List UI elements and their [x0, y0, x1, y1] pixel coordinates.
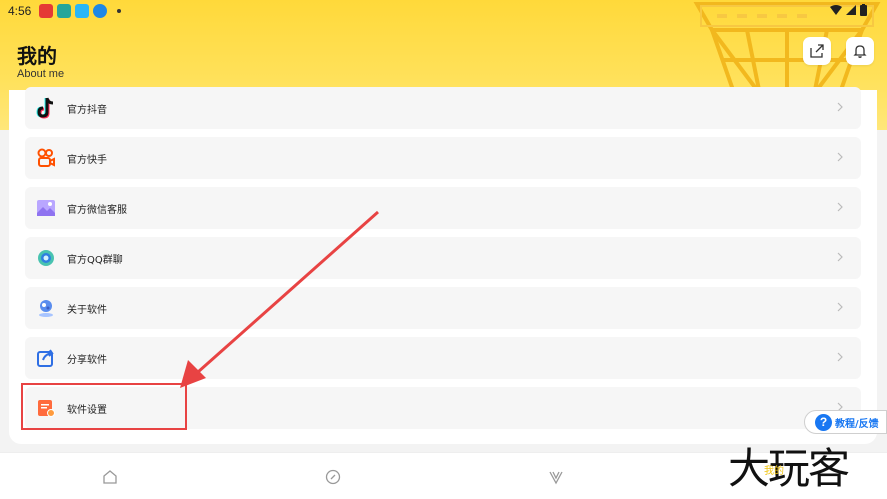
page-subtitle: About me	[17, 68, 65, 80]
chevron-right-icon	[837, 102, 843, 112]
signal-icon	[846, 5, 856, 15]
home-icon	[103, 470, 117, 484]
chevron-right-icon	[837, 352, 843, 362]
watermark-logo: 大玩客 我的	[728, 435, 883, 497]
menu-item-label: 官方微信客服	[67, 204, 127, 216]
share-button[interactable]	[803, 37, 831, 65]
menu-item-official-douyin[interactable]: 官方抖音	[25, 87, 861, 129]
notification-button[interactable]	[846, 37, 874, 65]
menu-item-official-wechat-service[interactable]: 官方微信客服	[25, 187, 861, 229]
chevron-right-icon	[837, 252, 843, 262]
nav-home-button[interactable]	[100, 467, 120, 487]
compass-icon	[325, 469, 341, 485]
menu-item-official-kuaishou[interactable]: 官方快手	[25, 137, 861, 179]
share-icon	[810, 44, 824, 58]
watermark-text: 大玩客	[728, 444, 850, 493]
nav-discover-button[interactable]	[323, 467, 343, 487]
kuaishou-icon	[35, 147, 57, 169]
menu-item-label: 分享软件	[67, 354, 107, 366]
v-icon	[549, 471, 563, 485]
menu-item-official-qq-group[interactable]: 官方QQ群聊	[25, 237, 861, 279]
help-feedback-label: 教程/反馈	[835, 418, 879, 430]
menu-item-label: 官方QQ群聊	[67, 254, 123, 266]
battery-icon	[860, 4, 867, 16]
annotation-highlight-box	[21, 383, 187, 430]
bell-icon	[853, 45, 867, 58]
menu-item-about-software[interactable]: 关于软件	[25, 287, 861, 329]
menu-item-label: 关于软件	[67, 304, 107, 316]
page-title: 我的	[17, 44, 57, 68]
download-icon	[93, 4, 108, 18]
status-time: 4:56	[8, 4, 32, 18]
system-status-icons	[830, 4, 867, 16]
share-icon	[35, 347, 57, 369]
app-notification-icon	[39, 4, 54, 18]
wechat-service-icon	[35, 197, 57, 219]
wifi-icon	[830, 5, 842, 15]
help-icon: ?	[815, 413, 832, 431]
menu-item-label: 官方抖音	[67, 104, 107, 116]
nav-vip-button[interactable]	[546, 467, 566, 487]
tiktok-icon	[35, 97, 57, 119]
chevron-right-icon	[837, 152, 843, 162]
chevron-right-icon	[837, 302, 843, 312]
chevron-right-icon	[837, 202, 843, 212]
nav-mine-label: 我的	[764, 466, 784, 477]
app-notification-icon	[57, 4, 72, 18]
help-feedback-button[interactable]: ? 教程/反馈	[804, 410, 887, 434]
about-icon	[35, 297, 57, 319]
qq-group-icon	[35, 247, 57, 269]
menu-item-label: 官方快手	[67, 154, 107, 166]
status-bar: 4:56	[0, 0, 887, 22]
app-notification-icon	[75, 4, 90, 18]
more-notifications-icon	[117, 9, 122, 13]
menu-item-share-software[interactable]: 分享软件	[25, 337, 861, 379]
